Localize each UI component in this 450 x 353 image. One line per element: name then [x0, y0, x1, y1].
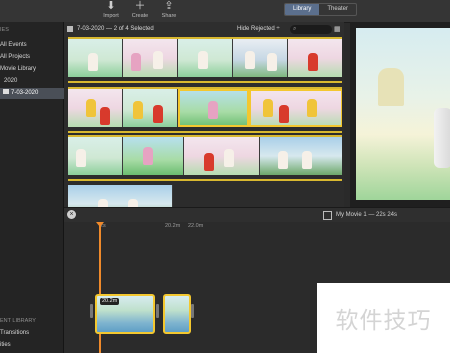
clip-thumbnail[interactable]: [260, 137, 342, 175]
person-figure: [143, 147, 153, 165]
sidebar-item-all-events[interactable]: All Events: [0, 40, 63, 51]
clip-thumbnail[interactable]: [68, 89, 123, 127]
event-icon: [67, 26, 73, 32]
sidebar: IES All Events All Projects Movie Librar…: [0, 22, 67, 353]
view-options-icon[interactable]: ▦: [334, 25, 341, 34]
sidebar-item-transitions[interactable]: Transitions: [0, 328, 63, 339]
clip-thumbnail[interactable]: [233, 39, 288, 77]
person-figure: [263, 99, 273, 117]
watermark-overlay: 软件技巧: [317, 283, 450, 353]
sidebar-item-all-projects[interactable]: All Projects: [0, 52, 63, 63]
person-figure: [204, 153, 214, 171]
import-icon: ⬇: [106, 0, 116, 12]
tab-theater[interactable]: Theater: [319, 4, 356, 15]
clip-thumbnail[interactable]: [288, 39, 342, 77]
ruler-label: 20.2m: [165, 223, 181, 229]
sidebar-item-2020[interactable]: 2020: [0, 76, 67, 87]
filter-dropdown[interactable]: Hide Rejected ÷: [237, 22, 280, 37]
clip-thumbnail[interactable]: [123, 137, 184, 175]
search-input[interactable]: ⌕: [290, 25, 332, 34]
clip-thumbnail-selected[interactable]: [178, 89, 249, 127]
person-figure: [278, 151, 288, 169]
project-icon: [323, 211, 332, 220]
person-figure: [86, 99, 96, 117]
sidebar-item-movie-library[interactable]: Movie Library: [0, 64, 63, 75]
person-figure: [224, 149, 234, 167]
content-library-header: ENT LIBRARY: [0, 318, 36, 324]
share-button[interactable]: ⇪ Share: [154, 0, 184, 20]
trim-handle[interactable]: [191, 304, 194, 318]
close-icon[interactable]: ×: [67, 210, 76, 219]
clip-thumbnail[interactable]: [123, 39, 178, 77]
event-icon: [3, 89, 9, 94]
project-title: My Movie 1 — 22s 24s: [336, 212, 398, 218]
castle-shape: [378, 68, 404, 106]
clip-thumbnail[interactable]: [123, 89, 178, 127]
mascot-figure: [434, 108, 450, 168]
person-figure: [279, 105, 289, 123]
sidebar-item-utilities[interactable]: ities: [0, 340, 63, 351]
person-figure: [133, 101, 143, 119]
clip-thumbnail[interactable]: [178, 39, 233, 77]
view-segmented-control: Library Theater: [284, 3, 358, 16]
person-figure: [308, 53, 318, 71]
person-figure: [100, 107, 110, 125]
share-icon: ⇪: [164, 0, 174, 12]
person-figure: [153, 105, 163, 123]
trim-handle[interactable]: [156, 304, 159, 318]
sidebar-section-header: IES: [0, 27, 9, 33]
person-figure: [302, 151, 312, 169]
toolbar: ⬇ Import ＋ Create ⇪ Share Library Theate…: [0, 0, 450, 23]
tab-library[interactable]: Library: [285, 4, 320, 15]
event-browser: [64, 37, 344, 229]
person-figure: [198, 51, 208, 69]
filmstrip-row: [68, 135, 342, 181]
timeline-header: × My Movie 1 — 22s 24s: [64, 207, 450, 222]
person-figure: [267, 53, 277, 71]
person-figure: [131, 53, 141, 71]
timeline-clip-selected[interactable]: [163, 294, 191, 334]
viewer-frame: [356, 28, 450, 200]
person-figure: [76, 149, 86, 167]
watermark-text: 软件技巧: [335, 308, 432, 334]
filmstrip-row: [68, 37, 342, 83]
clip-thumbnail[interactable]: [68, 39, 123, 77]
person-figure: [307, 99, 317, 117]
person-figure: [208, 101, 218, 119]
sidebar-item-event-7-03-2020[interactable]: 7-03-2020: [0, 88, 66, 99]
person-figure: [153, 51, 163, 69]
viewer: [350, 22, 450, 207]
clip-thumbnail[interactable]: [184, 137, 260, 175]
clip-thumbnail[interactable]: [68, 137, 123, 175]
sidebar-item-label: 7-03-2020: [11, 90, 39, 96]
clip-duration-badge: 20.2m: [100, 298, 120, 305]
create-button[interactable]: ＋ Create: [125, 0, 155, 20]
trim-handle[interactable]: [90, 304, 93, 318]
ruler-label: 22.0m: [188, 223, 204, 229]
plus-icon: ＋: [134, 0, 146, 12]
search-icon: ⌕: [293, 26, 297, 32]
person-figure: [88, 53, 98, 71]
browser-header: 7-03-2020 — 2 of 4 Selected Hide Rejecte…: [64, 22, 344, 37]
clip-thumbnail-selected[interactable]: [249, 89, 342, 127]
filmstrip-row: [68, 87, 342, 133]
selection-status: 7-03-2020 — 2 of 4 Selected: [77, 26, 154, 32]
person-figure: [245, 51, 255, 69]
timeline-clip-selected[interactable]: 20.2m: [95, 294, 155, 334]
import-button[interactable]: ⬇ Import: [96, 0, 126, 20]
